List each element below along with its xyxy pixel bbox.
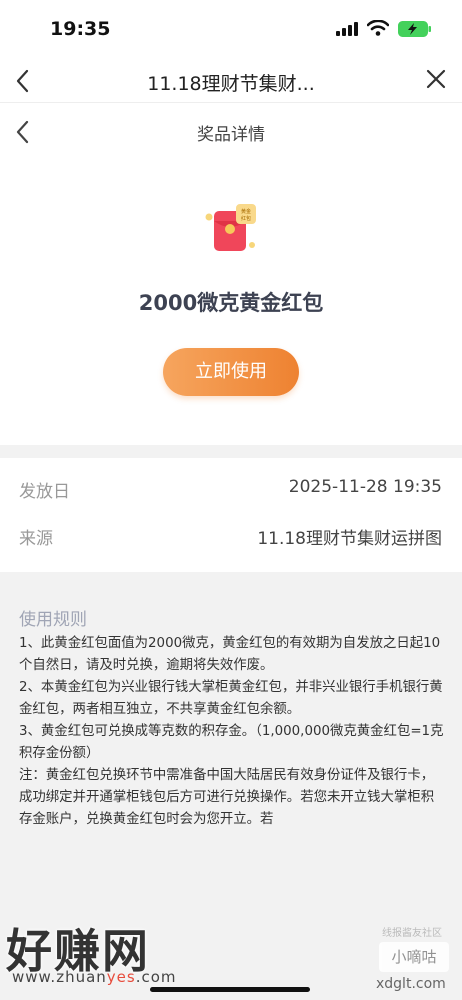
source-row: 来源 11.18理财节集财运拼图 <box>19 524 442 554</box>
prize-info: 发放日 2025-11-28 19:35 来源 11.18理财节集财运拼图 <box>0 458 462 572</box>
rules-body: 1、此黄金红包面值为2000微克，黄金红包的有效期为自发放之日起10个自然日，请… <box>19 633 445 831</box>
cellular-signal-icon <box>336 22 358 36</box>
page-title: 奖品详情 <box>197 125 265 145</box>
rule-line: 2、本黄金红包为兴业银行钱大掌柜黄金红包，并非兴业银行手机银行黄金红包，两者相互… <box>19 680 443 717</box>
issue-date-value: 2025-11-28 19:35 <box>288 477 442 497</box>
rules-title: 使用规则 <box>19 610 87 630</box>
page-header: 奖品详情 <box>0 103 462 159</box>
prize-name: 2000微克黄金红包 <box>138 291 324 315</box>
status-time: 19:35 <box>50 18 111 40</box>
use-now-button[interactable]: 立即使用 <box>163 348 299 396</box>
watermark-url-suffix: .com <box>135 968 177 986</box>
source-value: 11.18理财节集财运拼图 <box>257 529 442 549</box>
watermark-url: www.zhuanyes.com <box>12 968 177 986</box>
svg-text:红包: 红包 <box>241 215 251 222</box>
watermark-community: 线报酱友社区 <box>382 928 442 939</box>
rule-note: 注：黄金红包兑换环节中需准备中国大陆居民有效身份证件及银行卡，成功绑定并开通掌柜… <box>19 768 435 827</box>
nav-bar: 11.18理财节集财... <box>0 60 462 103</box>
prize-card: 黄金 红包 2000微克黄金红包 立即使用 <box>0 159 462 445</box>
watermark-right-logo: 小嘀咕 <box>379 942 449 972</box>
svg-text:黄金: 黄金 <box>241 208 251 215</box>
status-bar: 19:35 <box>0 0 462 60</box>
wifi-icon <box>367 20 389 36</box>
watermark-url-prefix: www.zhuan <box>12 968 107 986</box>
close-icon[interactable] <box>425 68 447 90</box>
issue-date-row: 发放日 2025-11-28 19:35 <box>19 477 442 507</box>
issue-date-label: 发放日 <box>19 482 70 502</box>
home-indicator[interactable] <box>150 987 310 992</box>
red-envelope-icon: 黄金 红包 <box>205 204 256 251</box>
watermark-url-yes: yes <box>106 968 136 986</box>
nav-title: 11.18理财节集财... <box>147 73 315 95</box>
watermark-right-url: xdglt.com <box>376 976 446 992</box>
source-label: 来源 <box>19 529 53 549</box>
rule-line: 3、黄金红包可兑换成等克数的积存金。（1,000,000微克黄金红包=1克积存金… <box>19 724 444 761</box>
battery-charging-icon <box>398 21 431 37</box>
rule-line: 1、此黄金红包面值为2000微克，黄金红包的有效期为自发放之日起10个自然日，请… <box>19 636 441 673</box>
